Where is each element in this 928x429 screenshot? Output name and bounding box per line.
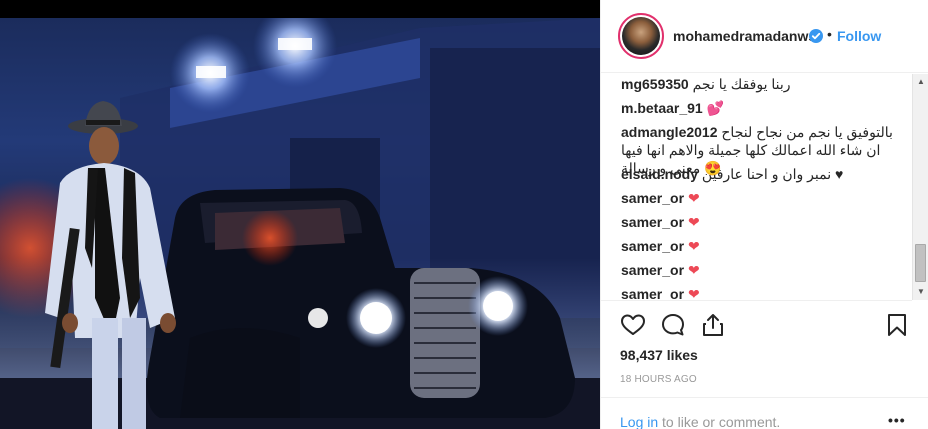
more-options-icon[interactable]: ••• xyxy=(888,412,906,428)
top-black-bar xyxy=(0,0,600,18)
heart-outline-icon[interactable] xyxy=(620,312,646,338)
scroll-down-arrow-icon[interactable]: ▼ xyxy=(913,284,928,300)
comment-item: mg659350 ربنا يوفقك يا نجم xyxy=(621,75,901,93)
comment-username[interactable]: m.betaar_91 xyxy=(621,100,703,116)
actions-divider xyxy=(600,300,912,301)
follow-button[interactable]: Follow xyxy=(837,28,881,44)
comment-item: samer_or ❤ xyxy=(621,261,901,279)
comment-username[interactable]: samer_or xyxy=(621,262,684,278)
comment-username[interactable]: samer_or xyxy=(621,190,684,206)
login-prompt: Log in to like or comment. xyxy=(620,414,780,429)
avatar-image xyxy=(622,17,660,55)
post-username[interactable]: mohamedramadanws xyxy=(673,28,816,44)
comment-item: samer_or ❤ xyxy=(621,213,901,231)
comments-list[interactable]: mg659350 ربنا يوفقك يا نجم m.betaar_91 💕… xyxy=(601,74,913,300)
post-photo-illustration xyxy=(0,18,600,429)
footer-divider xyxy=(600,397,928,398)
comment-username[interactable]: samer_or xyxy=(621,238,684,254)
comment-text: ❤ xyxy=(687,262,700,278)
scroll-up-arrow-icon[interactable]: ▲ xyxy=(913,74,928,90)
comment-text: ❤ xyxy=(687,286,700,300)
comment-username[interactable]: elsaid.nody xyxy=(621,166,698,182)
header-separator: • xyxy=(827,26,832,42)
comment-username[interactable]: samer_or xyxy=(621,286,684,300)
comment-text: ❤ xyxy=(687,190,700,206)
comment-item: samer_or ❤ xyxy=(621,285,901,300)
share-icon[interactable] xyxy=(700,312,726,338)
comment-text: ❤ xyxy=(687,238,700,254)
login-link[interactable]: Log in xyxy=(620,414,658,429)
post-photo[interactable] xyxy=(0,18,600,429)
comment-text: 💕 xyxy=(706,100,725,116)
bookmark-icon[interactable] xyxy=(884,312,910,338)
verified-badge-icon xyxy=(809,29,823,43)
comment-text: ❤ xyxy=(687,214,700,230)
comment-text: نمبر وان و احنا عارفين ♥ xyxy=(701,166,844,182)
comment-item: elsaid.nody نمبر وان و احنا عارفين ♥ xyxy=(621,165,901,183)
comments-scrollbar[interactable]: ▲ ▼ xyxy=(912,74,928,300)
comment-text: ربنا يوفقك يا نجم xyxy=(692,76,791,92)
comment-item: samer_or ❤ xyxy=(621,189,901,207)
comment-item: m.betaar_91 💕 xyxy=(621,99,901,117)
speech-bubble-icon[interactable] xyxy=(660,312,686,338)
login-prompt-text: to like or comment. xyxy=(658,414,781,429)
comment-username[interactable]: mg659350 xyxy=(621,76,689,92)
comment-item: samer_or ❤ xyxy=(621,237,901,255)
post-side-panel: mohamedramadanws • Follow mg659350 ربنا … xyxy=(600,0,928,429)
post-actions xyxy=(620,312,910,342)
post-timestamp[interactable]: 18 HOURS AGO xyxy=(620,374,697,385)
scrollbar-thumb[interactable] xyxy=(915,244,926,282)
comment-username[interactable]: samer_or xyxy=(621,214,684,230)
post-header: mohamedramadanws • Follow xyxy=(601,0,928,73)
likes-count[interactable]: 98,437 likes xyxy=(620,347,698,363)
avatar[interactable] xyxy=(618,13,664,59)
comment-username[interactable]: admangle2012 xyxy=(621,124,718,140)
